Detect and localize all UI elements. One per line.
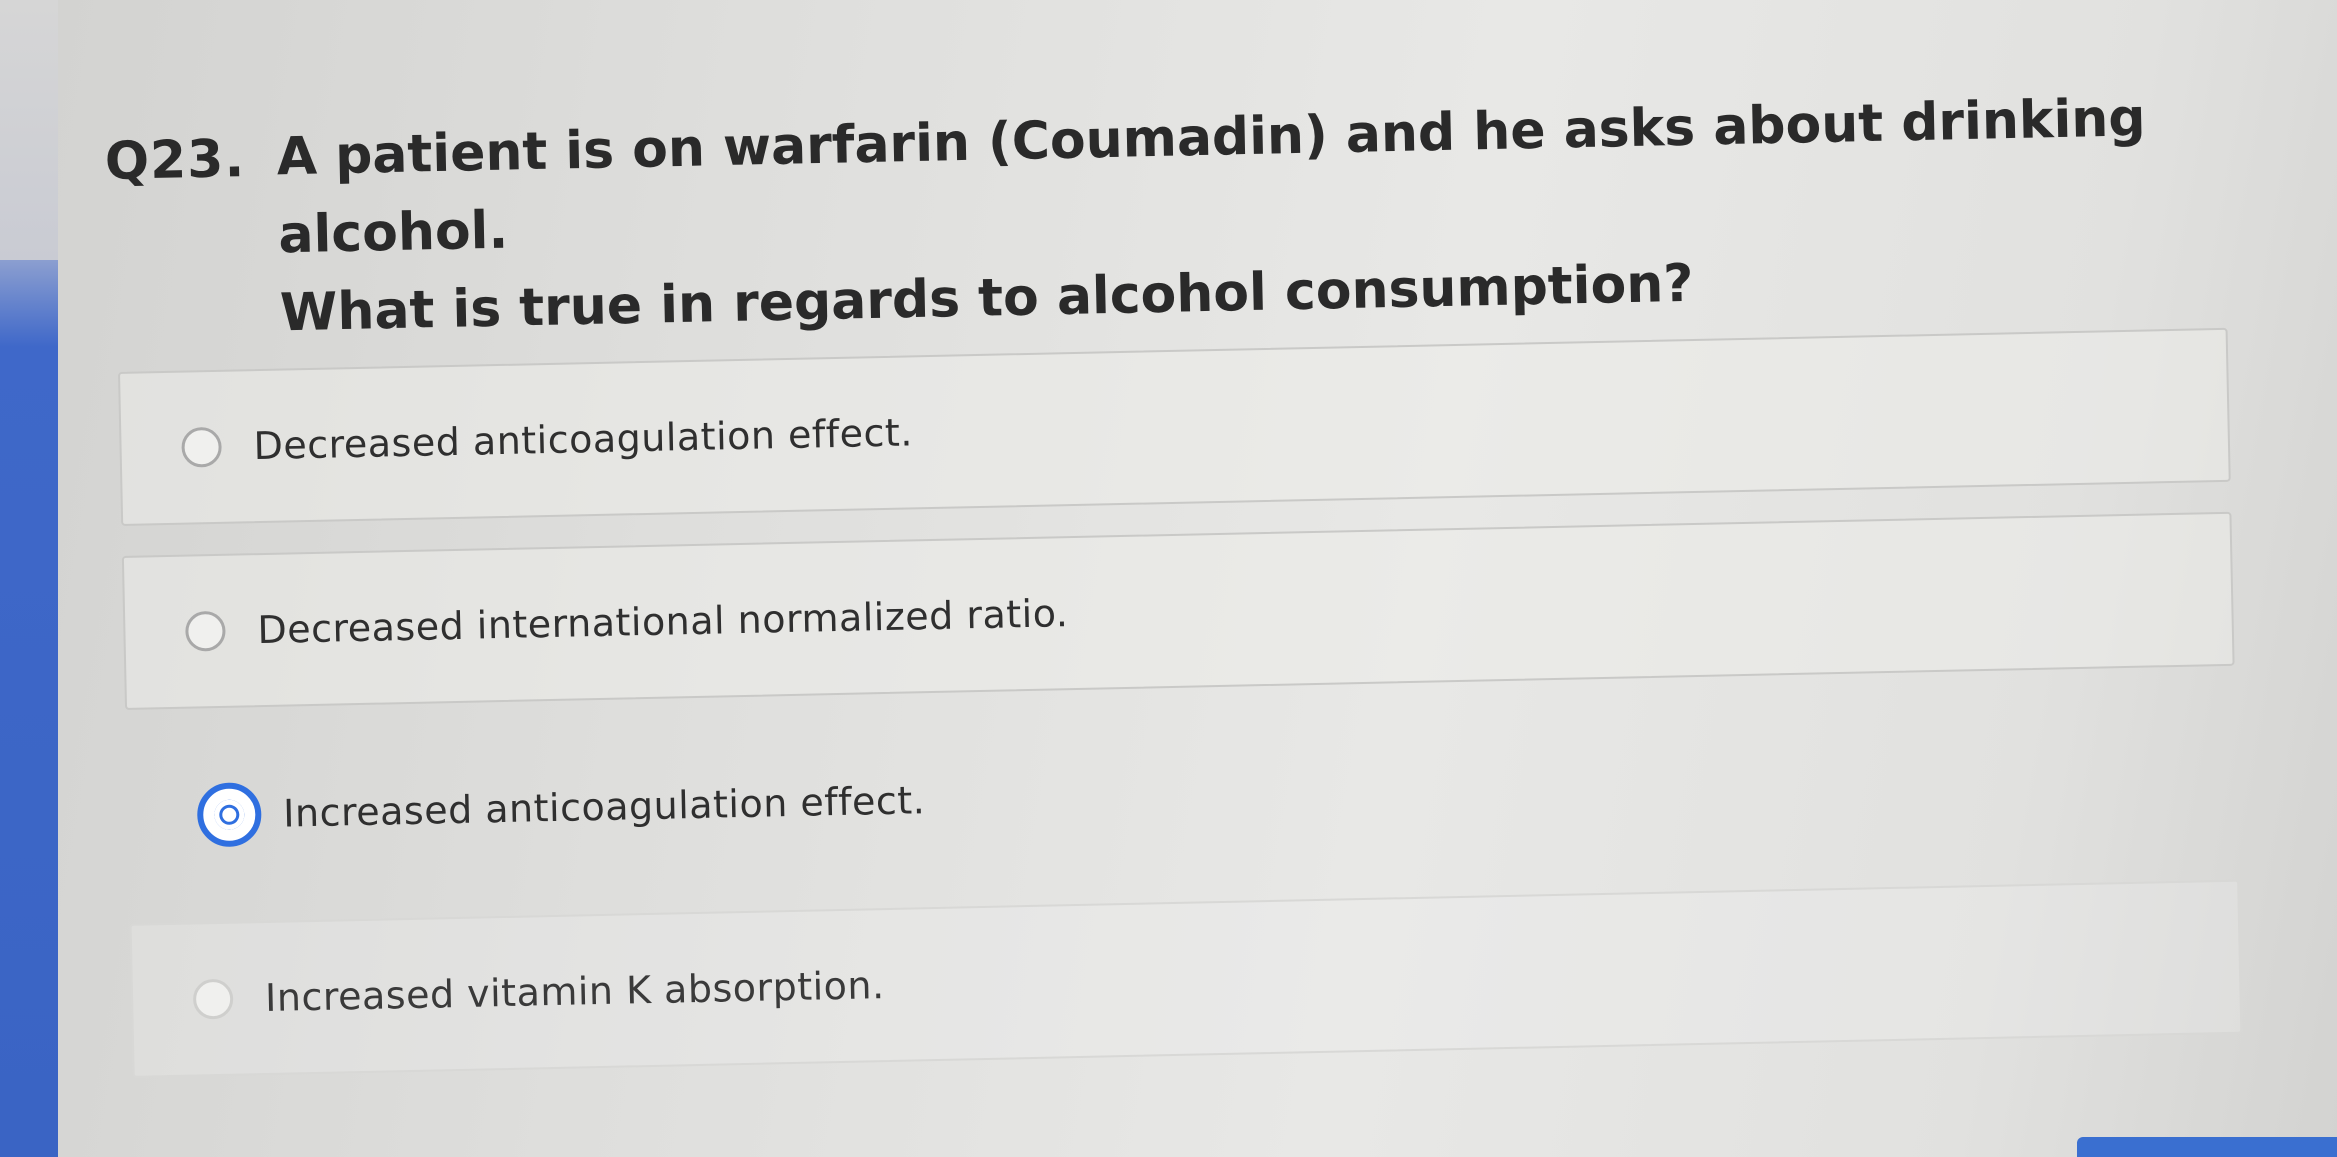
- bottom-action-bar[interactable]: [2077, 1137, 2337, 1157]
- answer-option-label: Decreased international normalized ratio…: [256, 591, 1069, 653]
- answer-option-4[interactable]: Increased vitamin K absorption.: [129, 879, 2243, 1078]
- answer-option-1[interactable]: Decreased anticoagulation effect.: [118, 327, 2231, 526]
- answer-options: Decreased anticoagulation effect. Decrea…: [118, 327, 2243, 1108]
- answer-option-2[interactable]: Decreased international normalized ratio…: [121, 511, 2235, 710]
- radio-unchecked-icon[interactable]: [181, 426, 223, 468]
- radio-unchecked-icon[interactable]: [185, 610, 226, 652]
- question-number: Q23.: [104, 129, 246, 192]
- answer-option-3[interactable]: Increased anticoagulation effect.: [126, 696, 2239, 894]
- question-block: Q23. A patient is on warfarin (Coumadin)…: [104, 78, 2204, 343]
- left-edge-panel-top: [0, 0, 58, 260]
- answer-option-label: Increased anticoagulation effect.: [282, 778, 926, 836]
- radio-checked-icon[interactable]: [196, 782, 262, 848]
- radio-unchecked-icon[interactable]: [192, 978, 234, 1020]
- answer-option-label: Decreased anticoagulation effect.: [253, 410, 914, 469]
- answer-option-label: Increased vitamin K absorption.: [264, 963, 886, 1021]
- question-text: A patient is on warfarin (Coumadin) and …: [276, 79, 2180, 353]
